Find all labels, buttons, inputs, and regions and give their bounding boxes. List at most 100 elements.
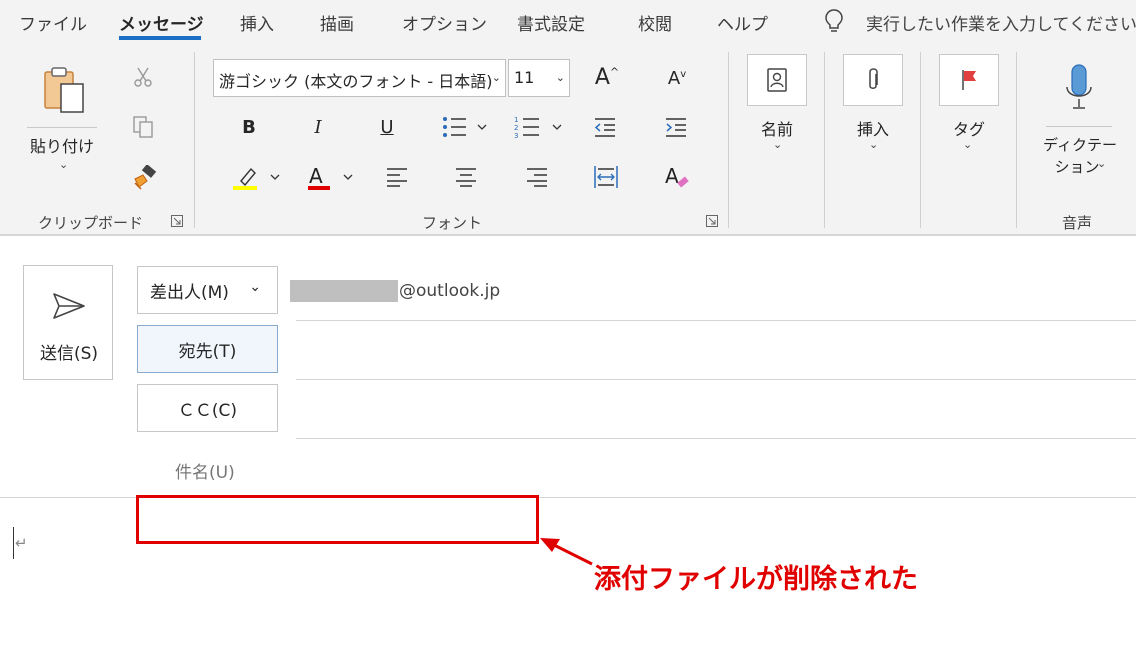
highlight-button[interactable] [229,162,285,192]
svg-text:A: A [665,164,679,188]
chevron-down-icon[interactable]: ⌄ [963,138,972,151]
svg-text:1: 1 [514,116,518,124]
subject-input[interactable] [296,443,1136,495]
paste-button[interactable] [36,63,92,117]
format-painter-button[interactable] [130,164,158,192]
font-color-button[interactable]: A [305,162,357,192]
bullet-list-icon [443,117,487,137]
names-label[interactable]: 名前 [747,116,807,140]
font-size-select[interactable]: 11 ⌄ [508,59,570,97]
bold-button[interactable]: B [236,114,262,140]
tab-options[interactable]: オプション [402,10,487,35]
dictate-divider [1046,126,1112,127]
font-size-value: 11 [514,68,535,87]
chevron-down-icon[interactable]: ⌄ [1097,157,1106,170]
group-separator [824,52,825,228]
align-center-icon [456,168,476,187]
flag-icon [962,70,976,90]
scissors-icon [134,67,152,87]
tab-review[interactable]: 校閲 [638,10,672,35]
tags-button[interactable] [939,54,999,106]
tab-message[interactable]: メッセージ [119,10,204,35]
send-label: 送信(S) [39,344,99,364]
align-center-button[interactable] [453,164,479,190]
font-group-label: フォント [422,214,483,232]
align-right-icon [527,168,547,187]
grow-font-button[interactable]: A^ [590,62,624,92]
underline-button[interactable]: U [374,114,400,140]
tab-file[interactable]: ファイル [19,10,87,35]
cut-button[interactable] [130,64,156,90]
send-icon [53,293,85,319]
clipboard-paste-icon [44,67,84,113]
lightbulb-icon[interactable] [823,8,845,34]
dialog-launcher-icon[interactable] [706,215,718,227]
paperclip-icon [869,68,878,89]
font-name-select[interactable]: 游ゴシック (本文のフォント - 日本語) ⌄ [213,59,506,97]
svg-text:3: 3 [514,132,518,140]
decrease-indent-button[interactable] [591,114,619,140]
italic-button[interactable]: I [305,114,331,140]
chevron-down-icon: ⌄ [491,71,501,84]
chevron-down-icon[interactable]: ⌄ [59,158,68,171]
numbering-button[interactable]: 1 2 3 [512,112,566,142]
align-right-button[interactable] [524,164,550,190]
clear-formatting-button[interactable]: A [662,162,692,192]
grow-font-icon: A^ [594,64,620,90]
align-left-button[interactable] [384,164,410,190]
callout-arrow-icon [540,538,593,566]
tab-draw[interactable]: 描画 [320,10,354,35]
tab-format[interactable]: 書式設定 [517,10,585,35]
copy-button[interactable] [130,114,156,140]
svg-text:2: 2 [514,124,518,132]
justify-icon [594,166,618,188]
text-caret [13,527,14,559]
tags-label[interactable]: タグ [939,116,999,140]
increase-indent-icon [666,118,686,137]
to-input[interactable] [296,325,1136,377]
copy-icon [133,116,153,138]
increase-indent-button[interactable] [662,114,690,140]
paste-label[interactable]: 貼り付け [30,133,94,157]
address-book-icon [767,68,787,92]
from-address: @outlook.jp [399,281,501,301]
from-button[interactable]: 差出人(M) ⌄ [137,266,278,314]
to-button[interactable]: 宛先(T) [137,325,278,373]
decrease-indent-icon [594,118,615,137]
dictate-label-line1[interactable]: ディクテー [1040,134,1120,155]
chevron-down-icon[interactable]: ⌄ [869,138,878,151]
font-color-icon: A [308,164,353,190]
field-divider [296,320,1136,321]
names-button[interactable] [747,54,807,106]
bullets-button[interactable] [438,112,490,142]
tell-me-search[interactable]: 実行したい作業を入力してください [866,10,1136,35]
group-separator [1016,52,1017,228]
svg-text:A: A [309,164,323,188]
justify-button[interactable] [591,162,621,192]
clear-formatting-icon: A [665,164,689,188]
font-name-value: 游ゴシック (本文のフォント - 日本語) [219,72,493,91]
tab-help[interactable]: ヘルプ [717,10,768,35]
cc-input[interactable] [296,384,1136,436]
group-separator [728,52,729,228]
shrink-font-button[interactable]: Av [662,64,692,92]
insert-label[interactable]: 挿入 [843,116,903,140]
microphone-icon [1066,64,1092,109]
shrink-font-icon: Av [667,67,687,89]
cc-button[interactable]: ＣＣ(C) [137,384,278,432]
send-button[interactable]: 送信(S) [23,265,113,380]
subject-label: 件名(U) [175,463,235,483]
attach-button[interactable] [843,54,903,106]
format-painter-icon [134,165,157,190]
dialog-launcher-icon[interactable] [171,215,183,227]
removed-attachment-highlight [136,495,539,544]
dictate-button[interactable] [1061,62,1097,112]
callout-text: 添付ファイルが削除された [594,564,918,595]
chevron-down-icon[interactable]: ⌄ [773,138,782,151]
clipboard-group-label: クリップボード [38,214,144,232]
numbered-list-icon: 1 2 3 [514,116,562,140]
redacted-username [290,280,398,302]
tab-insert[interactable]: 挿入 [240,10,274,35]
group-separator [920,52,921,228]
group-separator [194,52,195,228]
